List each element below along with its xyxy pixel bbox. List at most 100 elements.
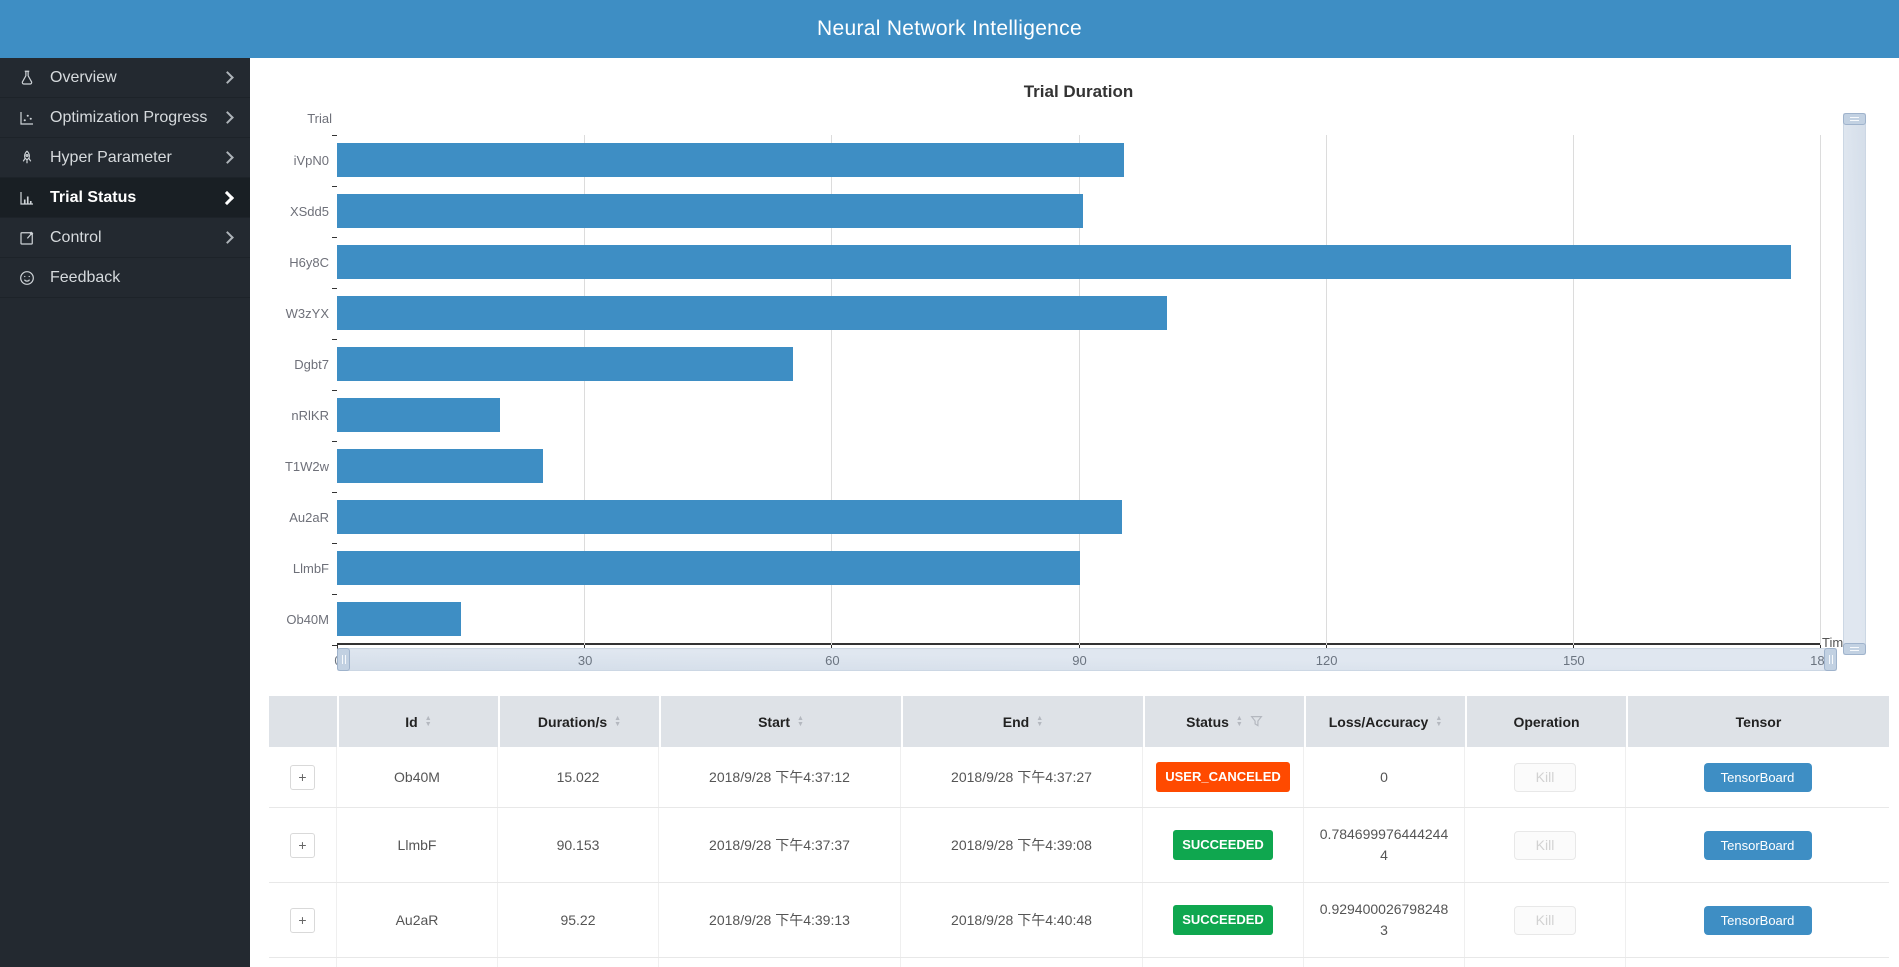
sidebar-item-trial-status[interactable]: Trial Status — [0, 178, 250, 218]
sidebar-item-overview[interactable]: Overview — [0, 58, 250, 98]
column-header-label: Duration/s — [538, 714, 607, 730]
column-header-label: Id — [405, 714, 417, 730]
edit-icon — [16, 228, 38, 248]
column-header-duration[interactable]: Duration/s ▲▼ — [498, 696, 659, 747]
tensorboard-button[interactable]: TensorBoard — [1704, 906, 1812, 935]
y-axis-name: Trial — [250, 111, 332, 126]
sidebar: Overview Optimization Progress Hyper Param… — [0, 58, 250, 967]
column-header-label: Status — [1186, 714, 1229, 730]
y-axis-tick — [332, 288, 337, 289]
table-row-clipped — [269, 958, 1889, 967]
bar-chart-icon — [16, 188, 38, 208]
table-row: +Au2aR95.222018/9/28 下午4:39:132018/9/28 … — [269, 883, 1889, 958]
column-header-label: Start — [758, 714, 790, 730]
loss-accuracy-cell: 0.7846999764442444 — [1304, 808, 1465, 882]
duration-bar — [337, 398, 500, 432]
empty-cell — [269, 958, 337, 967]
column-header-label: Operation — [1513, 714, 1579, 730]
duration-bar — [337, 143, 1124, 177]
tensorboard-button[interactable]: TensorBoard — [1704, 831, 1812, 860]
start-cell: 2018/9/28 下午4:39:13 — [659, 883, 901, 957]
column-header-status[interactable]: Status ▲▼ — [1143, 696, 1304, 747]
end-cell: 2018/9/28 下午4:37:27 — [901, 747, 1143, 807]
top-bar: Neural Network Intelligence — [0, 0, 1899, 58]
sidebar-item-label: Optimization Progress — [50, 109, 223, 127]
chevron-right-icon — [221, 71, 234, 84]
chevron-right-icon — [221, 231, 234, 244]
chevron-right-icon — [221, 111, 234, 124]
chevron-right-icon — [221, 151, 234, 164]
column-header-operation: Operation — [1465, 696, 1626, 747]
datazoom-right-handle[interactable] — [1824, 648, 1837, 671]
smiley-icon — [16, 268, 38, 288]
caret-down-icon: ▼ — [1435, 722, 1442, 728]
column-header-end[interactable]: End▲▼ — [901, 696, 1143, 747]
kill-button[interactable]: Kill — [1514, 763, 1576, 792]
sort-icon[interactable]: ▲▼ — [1036, 716, 1043, 728]
column-header-start[interactable]: Start ▲▼ — [659, 696, 901, 747]
expand-row-button[interactable]: + — [290, 765, 315, 790]
y-axis-label: Ob40M — [245, 594, 329, 645]
chevron-right-icon — [220, 190, 234, 204]
duration-bar — [337, 500, 1122, 534]
y-datazoom-slider[interactable] — [1843, 113, 1866, 655]
column-header-tensor: Tensor — [1626, 696, 1889, 747]
datazoom-left-handle[interactable] — [337, 648, 350, 671]
y-axis-label: W3zYX — [245, 288, 329, 339]
y-axis-tick — [332, 186, 337, 187]
start-cell: 2018/9/28 下午4:37:12 — [659, 747, 901, 807]
sidebar-item-label: Trial Status — [50, 189, 222, 207]
filter-funnel-icon[interactable] — [1250, 715, 1263, 728]
sidebar-item-label: Hyper Parameter — [50, 149, 223, 167]
column-header-id[interactable]: Id ▲▼ — [337, 696, 498, 747]
kill-button[interactable]: Kill — [1514, 831, 1576, 860]
status-cell: SUCCEEDED — [1143, 808, 1304, 882]
x-axis-tick-label: 180 — [1791, 649, 1851, 672]
sidebar-item-label: Feedback — [50, 269, 236, 287]
chart-plot-area: iVpN0XSdd5H6y8CW3zYXDgbt7nRlKRT1W2wAu2aR… — [337, 135, 1820, 645]
expand-row-button[interactable]: + — [290, 833, 315, 858]
datazoom-top-handle[interactable] — [1843, 113, 1866, 125]
tensorboard-button[interactable]: TensorBoard — [1704, 763, 1812, 792]
status-cell: SUCCEEDED — [1143, 883, 1304, 957]
duration-bar — [337, 194, 1083, 228]
empty-cell — [1304, 958, 1465, 967]
duration-bar — [337, 296, 1167, 330]
main-content: Trial Duration Trial iVpN0XSdd5H6y8CW3zY… — [250, 58, 1899, 967]
sort-icon[interactable]: ▲▼ — [1435, 716, 1442, 728]
y-axis-tick — [332, 594, 337, 595]
y-axis-tick — [332, 135, 337, 136]
scatter-chart-icon — [16, 108, 38, 128]
duration-bar — [337, 347, 793, 381]
x-axis-tick-label: 60 — [802, 649, 862, 672]
sort-icon[interactable]: ▲▼ — [425, 716, 432, 728]
y-axis-tick — [332, 543, 337, 544]
rocket-icon — [16, 148, 38, 168]
sidebar-item-feedback[interactable]: Feedback — [0, 258, 250, 298]
column-header-expand — [269, 696, 337, 747]
kill-button[interactable]: Kill — [1514, 906, 1576, 935]
x-axis-tick-label: 30 — [555, 649, 615, 672]
x-datazoom-slider[interactable]: 0306090120150180 — [337, 648, 1837, 671]
empty-cell — [1626, 958, 1889, 967]
x-axis-tick-label: 120 — [1297, 649, 1357, 672]
datazoom-bottom-handle[interactable] — [1843, 643, 1866, 655]
sidebar-item-optimization-progress[interactable]: Optimization Progress — [0, 98, 250, 138]
sort-icon[interactable]: ▲▼ — [797, 716, 804, 728]
status-badge: SUCCEEDED — [1173, 830, 1273, 860]
y-axis-tick — [332, 237, 337, 238]
tensor-cell: TensorBoard — [1626, 883, 1889, 957]
expand-row-button[interactable]: + — [290, 908, 315, 933]
end-cell: 2018/9/28 下午4:39:08 — [901, 808, 1143, 882]
sort-icon[interactable]: ▲▼ — [1236, 716, 1243, 728]
sidebar-item-hyper-parameter[interactable]: Hyper Parameter — [0, 138, 250, 178]
operation-cell: Kill — [1465, 747, 1626, 807]
sort-icon[interactable]: ▲▼ — [614, 716, 621, 728]
column-header-loss[interactable]: Loss/Accuracy▲▼ — [1304, 696, 1465, 747]
y-axis-tick — [332, 390, 337, 391]
status-cell: USER_CANCELED — [1143, 747, 1304, 807]
tensor-cell: TensorBoard — [1626, 747, 1889, 807]
gridline — [1573, 135, 1574, 645]
sidebar-item-control[interactable]: Control — [0, 218, 250, 258]
tensor-cell: TensorBoard — [1626, 808, 1889, 882]
